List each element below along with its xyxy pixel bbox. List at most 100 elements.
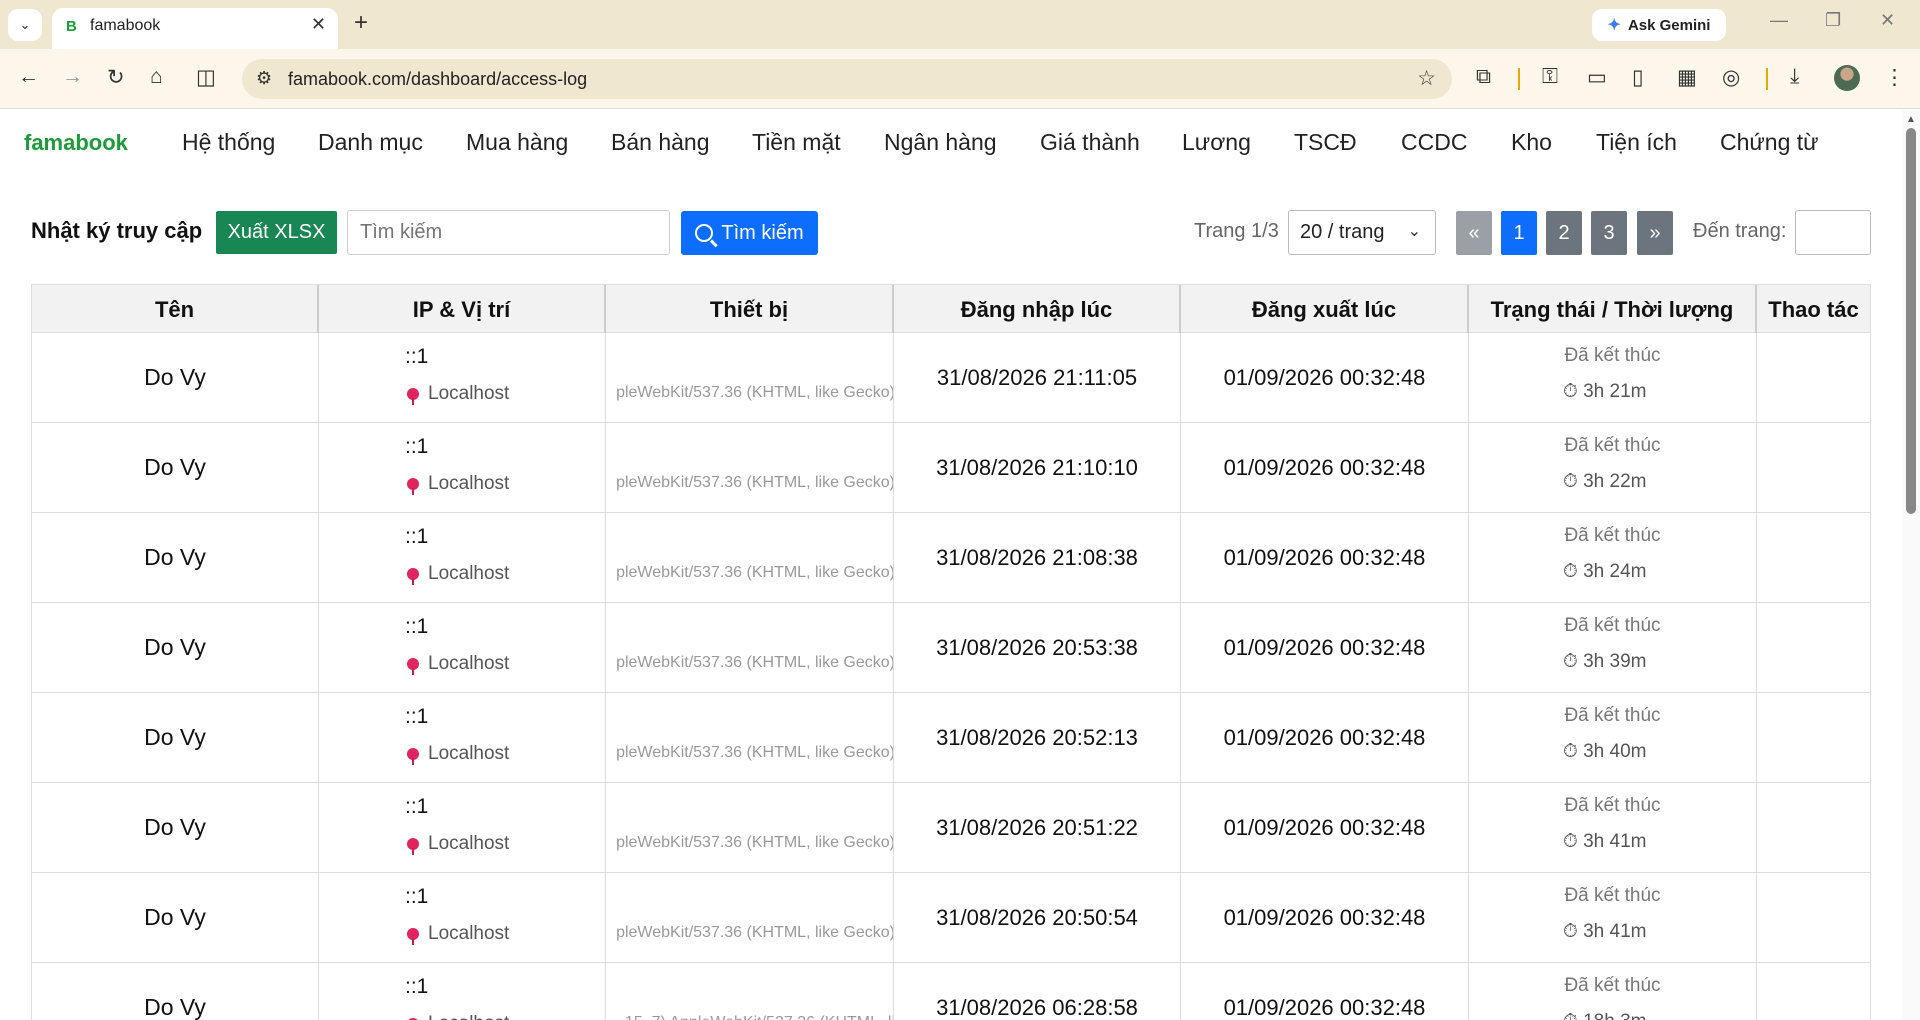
cell-name: Do Vy — [32, 783, 319, 872]
nav-item-luong[interactable]: Lương — [1182, 129, 1251, 156]
pagination-page-2[interactable]: 2 — [1546, 211, 1582, 255]
goto-page-input[interactable] — [1795, 210, 1871, 255]
tab-list-chevron-icon[interactable]: ⌄ — [8, 9, 42, 41]
duration-text: ⏱ 3h 41m — [1563, 921, 1647, 942]
cell-ip-location: ::1Localhost — [319, 873, 606, 962]
cell-name: Do Vy — [32, 333, 319, 422]
location: Localhost — [407, 383, 509, 405]
cell-actions — [1757, 963, 1870, 1020]
nav-item-gia-thanh[interactable]: Giá thành — [1040, 129, 1140, 156]
forward-icon[interactable]: → — [62, 65, 83, 89]
cell-name: Do Vy — [32, 963, 319, 1020]
new-tab-icon[interactable]: + — [354, 9, 368, 37]
nav-item-tien-mat[interactable]: Tiền mặt — [752, 129, 841, 156]
location: Localhost — [407, 833, 509, 855]
extensions-icon[interactable]: ⧉ — [1476, 65, 1491, 89]
chevron-down-icon: ⌄ — [1407, 223, 1421, 240]
pagination-page-1[interactable]: 1 — [1501, 211, 1537, 255]
col-header-login: Đăng nhập lúc — [894, 285, 1181, 334]
location-label: Localhost — [428, 833, 510, 854]
map-pin-icon — [407, 748, 419, 765]
cell-device: pleWebKit/537.36 (KHTML, like Gecko) — [606, 423, 894, 512]
cell-ip-location: ::1Localhost — [319, 423, 606, 512]
location-label: Localhost — [428, 473, 510, 494]
cell-device: pleWebKit/537.36 (KHTML, like Gecko) — [606, 783, 894, 872]
browser-toolbar: ← → ↻ ⌂ ◫ ⚙ famabook.com/dashboard/acces… — [0, 49, 1920, 109]
back-icon[interactable]: ← — [18, 65, 39, 89]
cell-ip-location: ::1Localhost — [319, 513, 606, 602]
brand-logo[interactable]: famabook — [24, 130, 128, 156]
table-row: Do Vy::1 Localhost pleWebKit/537.36 (KHTML… — [31, 333, 1871, 423]
nav-item-ccdc[interactable]: CCDC — [1401, 129, 1467, 156]
reading-list-icon[interactable]: ▯ — [1632, 65, 1644, 90]
scroll-up-icon[interactable]: ▲ — [1906, 114, 1916, 125]
cell-status: Đã kết thúc ⏱ 18h 3m — [1469, 963, 1757, 1020]
incognito-icon[interactable]: ◎ — [1722, 65, 1740, 90]
cell-logout-time: 01/09/2026 00:32:48 — [1181, 963, 1469, 1020]
reload-icon[interactable]: ↻ — [107, 65, 125, 90]
device-user-agent: 15_7) AppleWebKit/537.36 (KHTML, li — [625, 1014, 893, 1020]
cell-ip-location: ::1Localhost — [319, 963, 606, 1020]
site-info-icon[interactable]: ⚙ — [256, 68, 272, 89]
search-input[interactable] — [347, 210, 670, 255]
map-pin-icon — [407, 478, 419, 495]
cell-logout-time: 01/09/2026 00:32:48 — [1181, 423, 1469, 512]
pagination-next[interactable]: » — [1637, 211, 1673, 255]
tab-close-icon[interactable]: ✕ — [311, 14, 326, 35]
nav-item-ngan-hang[interactable]: Ngân hàng — [884, 129, 997, 156]
col-header-logout: Đăng xuất lúc — [1181, 285, 1469, 334]
device-user-agent: pleWebKit/537.36 (KHTML, like Gecko) — [616, 474, 894, 491]
export-xlsx-button[interactable]: Xuất XLSX — [216, 211, 337, 254]
payment-card-icon[interactable]: ▭ — [1587, 65, 1607, 90]
location-label: Localhost — [428, 743, 510, 764]
nav-item-danh-muc[interactable]: Danh mục — [318, 129, 423, 156]
ip-address: ::1 — [405, 885, 429, 908]
scroll-thumb[interactable] — [1906, 128, 1916, 514]
home-icon[interactable]: ⌂ — [150, 65, 163, 89]
status-text: Đã kết thúc — [1564, 975, 1661, 996]
location: Localhost — [407, 653, 509, 675]
goto-page-label: Đến trang: — [1693, 220, 1787, 242]
ip-address: ::1 — [405, 615, 429, 638]
ask-gemini-button[interactable]: ✦ Ask Gemini — [1592, 9, 1726, 41]
search-button[interactable]: Tìm kiếm — [681, 211, 818, 255]
address-bar[interactable]: ⚙ famabook.com/dashboard/access-log ☆ — [242, 59, 1452, 99]
cell-actions — [1757, 513, 1870, 602]
map-pin-icon — [407, 388, 419, 405]
nav-item-mua-hang[interactable]: Mua hàng — [466, 129, 568, 156]
cell-logout-time: 01/09/2026 00:32:48 — [1181, 873, 1469, 962]
cell-name: Do Vy — [32, 693, 319, 782]
page-scrollbar[interactable]: ▲ — [1902, 110, 1920, 1020]
nav-item-chung-tu[interactable]: Chứng từ — [1720, 129, 1819, 156]
cell-login-time: 31/08/2026 20:51:22 — [894, 783, 1181, 872]
nav-item-tien-ich[interactable]: Tiện ích — [1596, 129, 1677, 156]
download-icon[interactable]: ⤓ — [1790, 65, 1799, 89]
nav-item-he-thong[interactable]: Hệ thống — [182, 129, 275, 156]
col-header-name: Tên — [32, 285, 319, 334]
minimize-icon[interactable]: — — [1770, 10, 1788, 31]
table-row: Do Vy::1 Localhost pleWebKit/537.36 (KHTML… — [31, 783, 1871, 873]
pagination-prev[interactable]: « — [1456, 211, 1492, 255]
nav-item-kho[interactable]: Kho — [1511, 129, 1552, 156]
map-pin-icon — [407, 928, 419, 945]
nav-item-ban-hang[interactable]: Bán hàng — [611, 129, 709, 156]
profile-avatar[interactable] — [1834, 65, 1860, 91]
cell-login-time: 31/08/2026 20:52:13 — [894, 693, 1181, 782]
browser-tab[interactable]: B famabook ✕ — [52, 8, 338, 49]
ip-address: ::1 — [405, 705, 429, 728]
more-menu-icon[interactable]: ⋮ — [1884, 65, 1905, 90]
bookmark-star-icon[interactable]: ☆ — [1417, 66, 1436, 91]
pagination-page-3[interactable]: 3 — [1591, 211, 1627, 255]
col-header-device: Thiết bị — [606, 285, 894, 334]
restore-icon[interactable]: ❐ — [1825, 10, 1841, 31]
per-page-select[interactable]: 20 / trang ⌄ — [1288, 210, 1436, 255]
location-label: Localhost — [428, 563, 510, 584]
table-icon[interactable]: ▦ — [1677, 65, 1697, 90]
close-window-icon[interactable]: ✕ — [1880, 10, 1895, 31]
reading-mode-icon[interactable]: ◫ — [196, 65, 216, 90]
table-row: Do Vy::1 Localhost pleWebKit/537.36 (KHTML… — [31, 603, 1871, 693]
nav-item-tscd[interactable]: TSCĐ — [1294, 129, 1357, 156]
password-key-icon[interactable]: ⚿ — [1542, 65, 1558, 89]
device-user-agent: pleWebKit/537.36 (KHTML, like Gecko) — [616, 384, 894, 401]
duration-text: ⏱ 3h 39m — [1563, 651, 1647, 672]
